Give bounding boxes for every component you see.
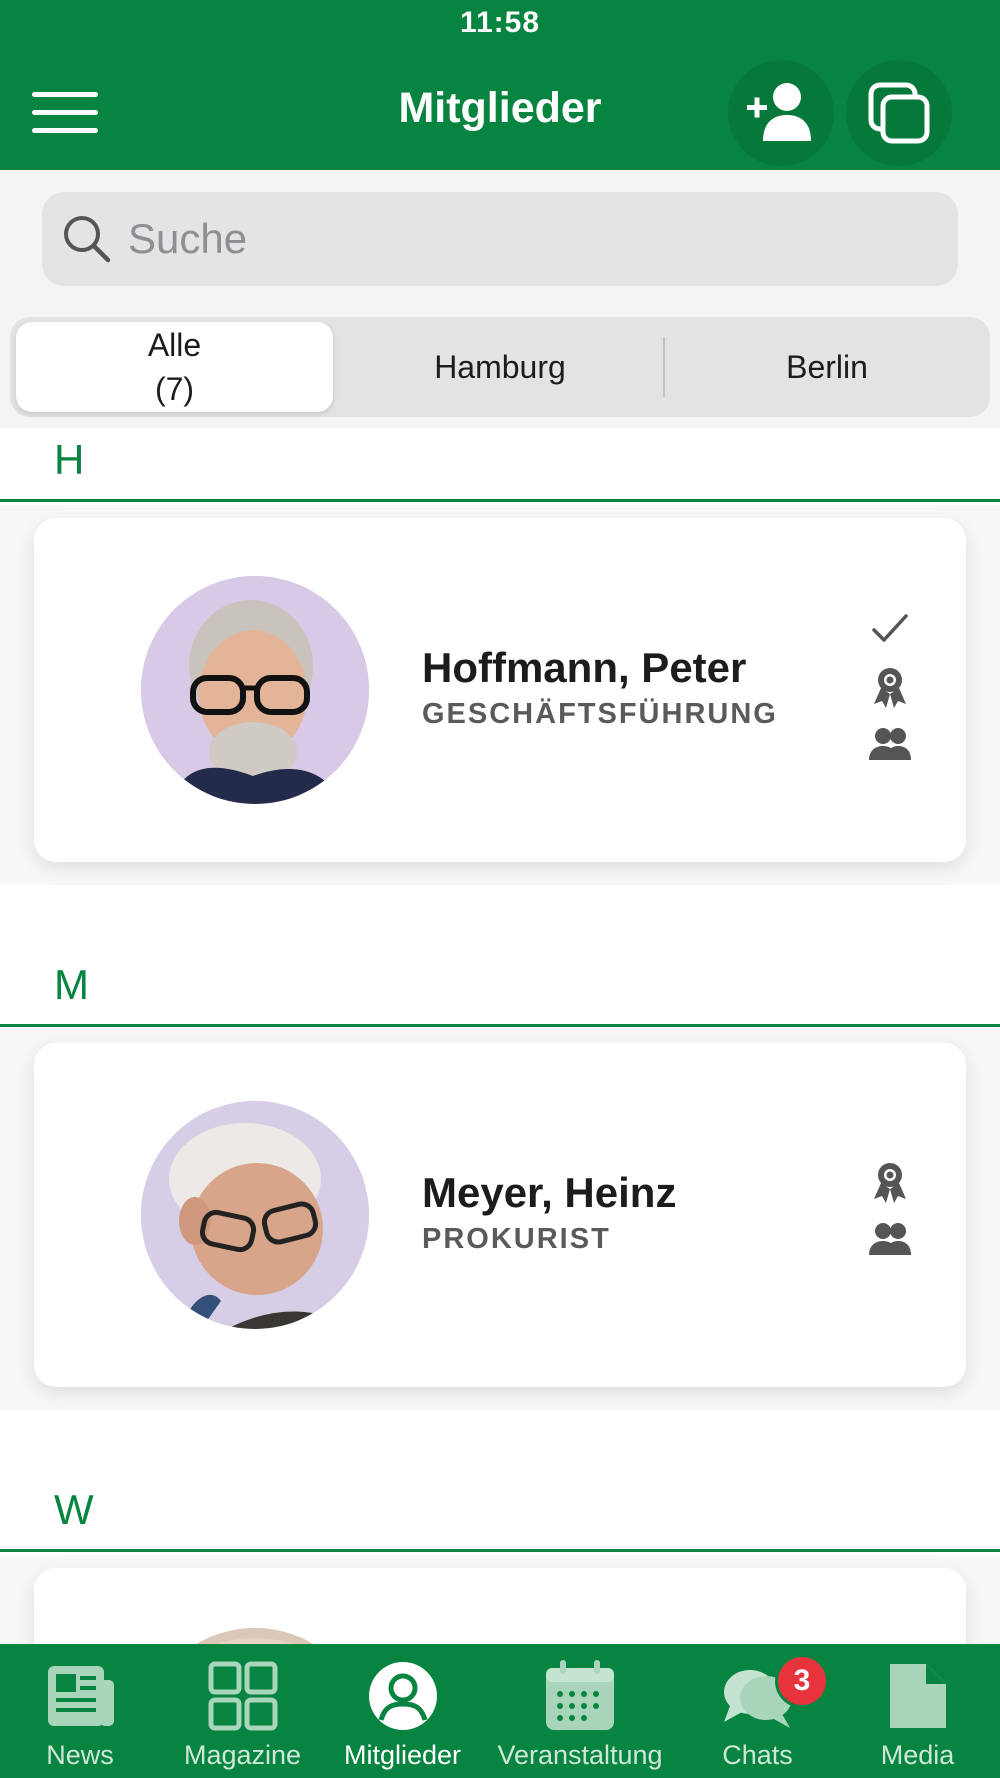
tab-label: Media: [880, 1740, 955, 1770]
search-area: Suche Alle (7) Hamburg Berlin: [0, 170, 1000, 428]
group-icon: [869, 728, 911, 760]
add-person-icon: [747, 83, 811, 141]
tab-label: Mitglieder: [343, 1740, 462, 1770]
segment-label: Hamburg: [434, 349, 566, 385]
tab-news[interactable]: News: [0, 1644, 160, 1778]
status-time: 11:58: [459, 6, 541, 39]
chats-badge: 3: [775, 1654, 829, 1708]
member-name: Hoffmann, Peter: [422, 644, 747, 691]
tab-media[interactable]: Media: [835, 1644, 1000, 1778]
bottom-tab-bar: News Magazine Mitglieder Veranstaltung 3…: [0, 1644, 1000, 1778]
search-icon: [64, 216, 111, 263]
grid-icon: [208, 1661, 277, 1731]
copy-icon: [868, 82, 930, 144]
person-circle-icon: [368, 1662, 437, 1730]
segment-divider: [663, 337, 665, 397]
section-letter: M: [54, 961, 89, 1008]
section-letter: W: [54, 1486, 94, 1533]
section-header-m: M: [0, 953, 1000, 1027]
avatar: [141, 1101, 369, 1329]
search-placeholder: Suche: [128, 215, 248, 262]
segment-berlin[interactable]: Berlin: [670, 322, 984, 412]
member-role: PROKURIST: [422, 1223, 611, 1255]
segment-label: Alle: [147, 327, 202, 363]
section-header-h: H: [0, 428, 1000, 502]
tab-label: Veranstaltung: [497, 1740, 663, 1770]
add-member-button[interactable]: [728, 60, 834, 166]
avatar: [141, 576, 369, 804]
app-header: 11:58 Mitglieder: [0, 0, 1000, 170]
tab-label: News: [46, 1740, 114, 1770]
award-icon: [874, 668, 906, 708]
copy-button[interactable]: [846, 60, 952, 166]
section-header-w: W: [0, 1478, 1000, 1552]
tab-chats[interactable]: 3 Chats: [680, 1644, 835, 1778]
segment-hamburg[interactable]: Hamburg: [340, 322, 660, 412]
tab-label: Magazine: [183, 1740, 302, 1770]
member-card-meyer[interactable]: Meyer, Heinz PROKURIST: [34, 1043, 966, 1387]
award-icon: [874, 1163, 906, 1203]
section-letter: H: [54, 436, 85, 483]
member-photo-icon: [141, 1101, 369, 1329]
tab-veranstaltung[interactable]: Veranstaltung: [480, 1644, 680, 1778]
tab-magazine[interactable]: Magazine: [160, 1644, 325, 1778]
search-input[interactable]: Suche: [42, 192, 958, 286]
calendar-icon: [546, 1660, 614, 1730]
newspaper-icon: [48, 1666, 114, 1726]
segment-label: Berlin: [786, 349, 868, 385]
member-photo-icon: [141, 576, 369, 804]
checkmark-icon: [872, 614, 908, 642]
segment-all[interactable]: Alle (7): [16, 322, 333, 412]
member-card-hoffmann[interactable]: Hoffmann, Peter GESCHÄFTSFÜHRUNG: [34, 518, 966, 862]
segment-count: (7): [154, 371, 195, 407]
group-icon: [869, 1223, 911, 1255]
tab-mitglieder[interactable]: Mitglieder: [325, 1644, 480, 1778]
location-segmented-control: Alle (7) Hamburg Berlin: [10, 317, 990, 417]
document-icon: [889, 1664, 946, 1728]
tab-label: Chats: [722, 1740, 793, 1770]
member-role: GESCHÄFTSFÜHRUNG: [422, 698, 778, 730]
member-name: Meyer, Heinz: [422, 1169, 677, 1216]
